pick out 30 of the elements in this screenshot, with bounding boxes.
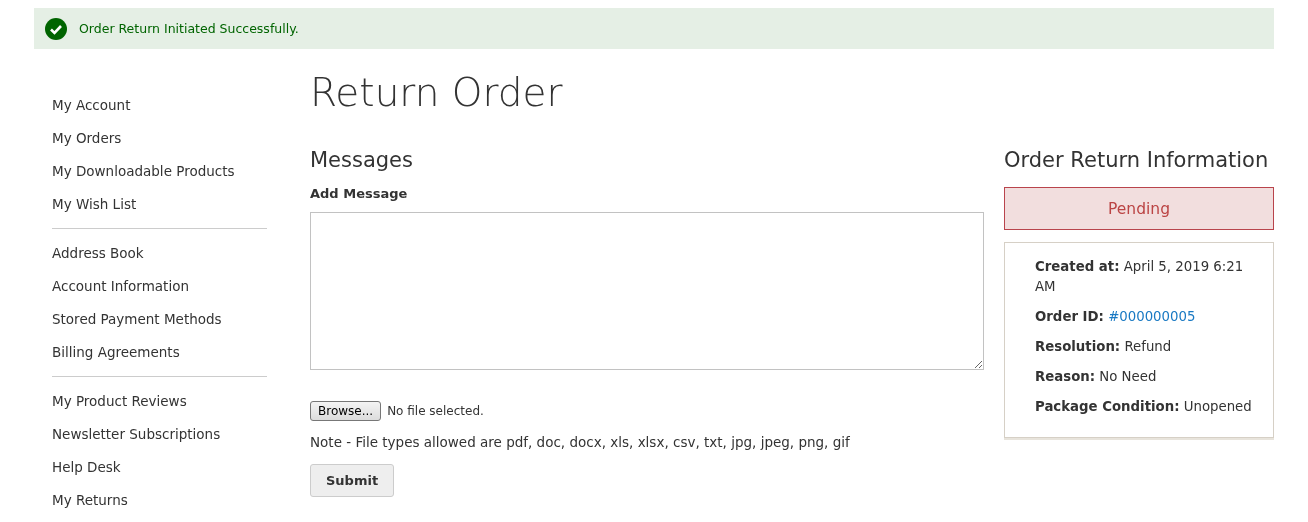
info-row-text: Reason: No Need (1035, 368, 1158, 386)
sidebar-link[interactable]: Account Information (52, 270, 189, 303)
sidebar-link[interactable]: My Downloadable Products (52, 155, 235, 188)
info-row-text: Order ID: #000000005 (1035, 308, 1197, 326)
info-row-text: Package Condition: Unopened (1035, 398, 1253, 416)
file-status: No file selected. (387, 404, 484, 418)
sidebar-link[interactable]: Help Desk (52, 451, 121, 484)
page-title: Return Order (310, 69, 564, 117)
note-text: Note - File types allowed are pdf, doc, docx, xls, xlsx, csv, txt, jpg, jpeg, png, gif (310, 434, 851, 450)
sidebar-link[interactable]: My Account (52, 89, 131, 122)
status-banner: Pending (1004, 187, 1274, 230)
sidebar-link[interactable]: Newsletter Subscriptions (52, 418, 221, 451)
section-title: Messages (310, 147, 414, 174)
section-title: Order Return Information (1004, 147, 1270, 174)
sidebar-link[interactable]: My Wish List (52, 188, 137, 221)
checkmark-icon (45, 17, 67, 40)
browse-button[interactable]: Browse... (310, 401, 382, 421)
message-text: Order Return Initiated Successfully. (79, 21, 299, 36)
field-label: Add Message (310, 186, 409, 201)
info-row-text: Resolution: Refund (1035, 338, 1173, 356)
sidebar-link[interactable]: My Orders (52, 122, 122, 155)
info-row-text: Created at: April 5, 2019 6:21 AM (1035, 258, 1245, 296)
sidebar-link[interactable]: Stored Payment Methods (52, 303, 222, 336)
sidebar-link[interactable]: Address Book (52, 237, 144, 270)
message-field[interactable] (310, 212, 984, 370)
submit-button[interactable]: Submit (310, 464, 395, 497)
order-link[interactable]: #000000005 (1108, 309, 1196, 324)
sidebar-link[interactable]: My Product Reviews (52, 385, 187, 418)
sidebar-link[interactable]: My Returns (52, 484, 128, 517)
sidebar-link[interactable]: Billing Agreements (52, 336, 180, 369)
